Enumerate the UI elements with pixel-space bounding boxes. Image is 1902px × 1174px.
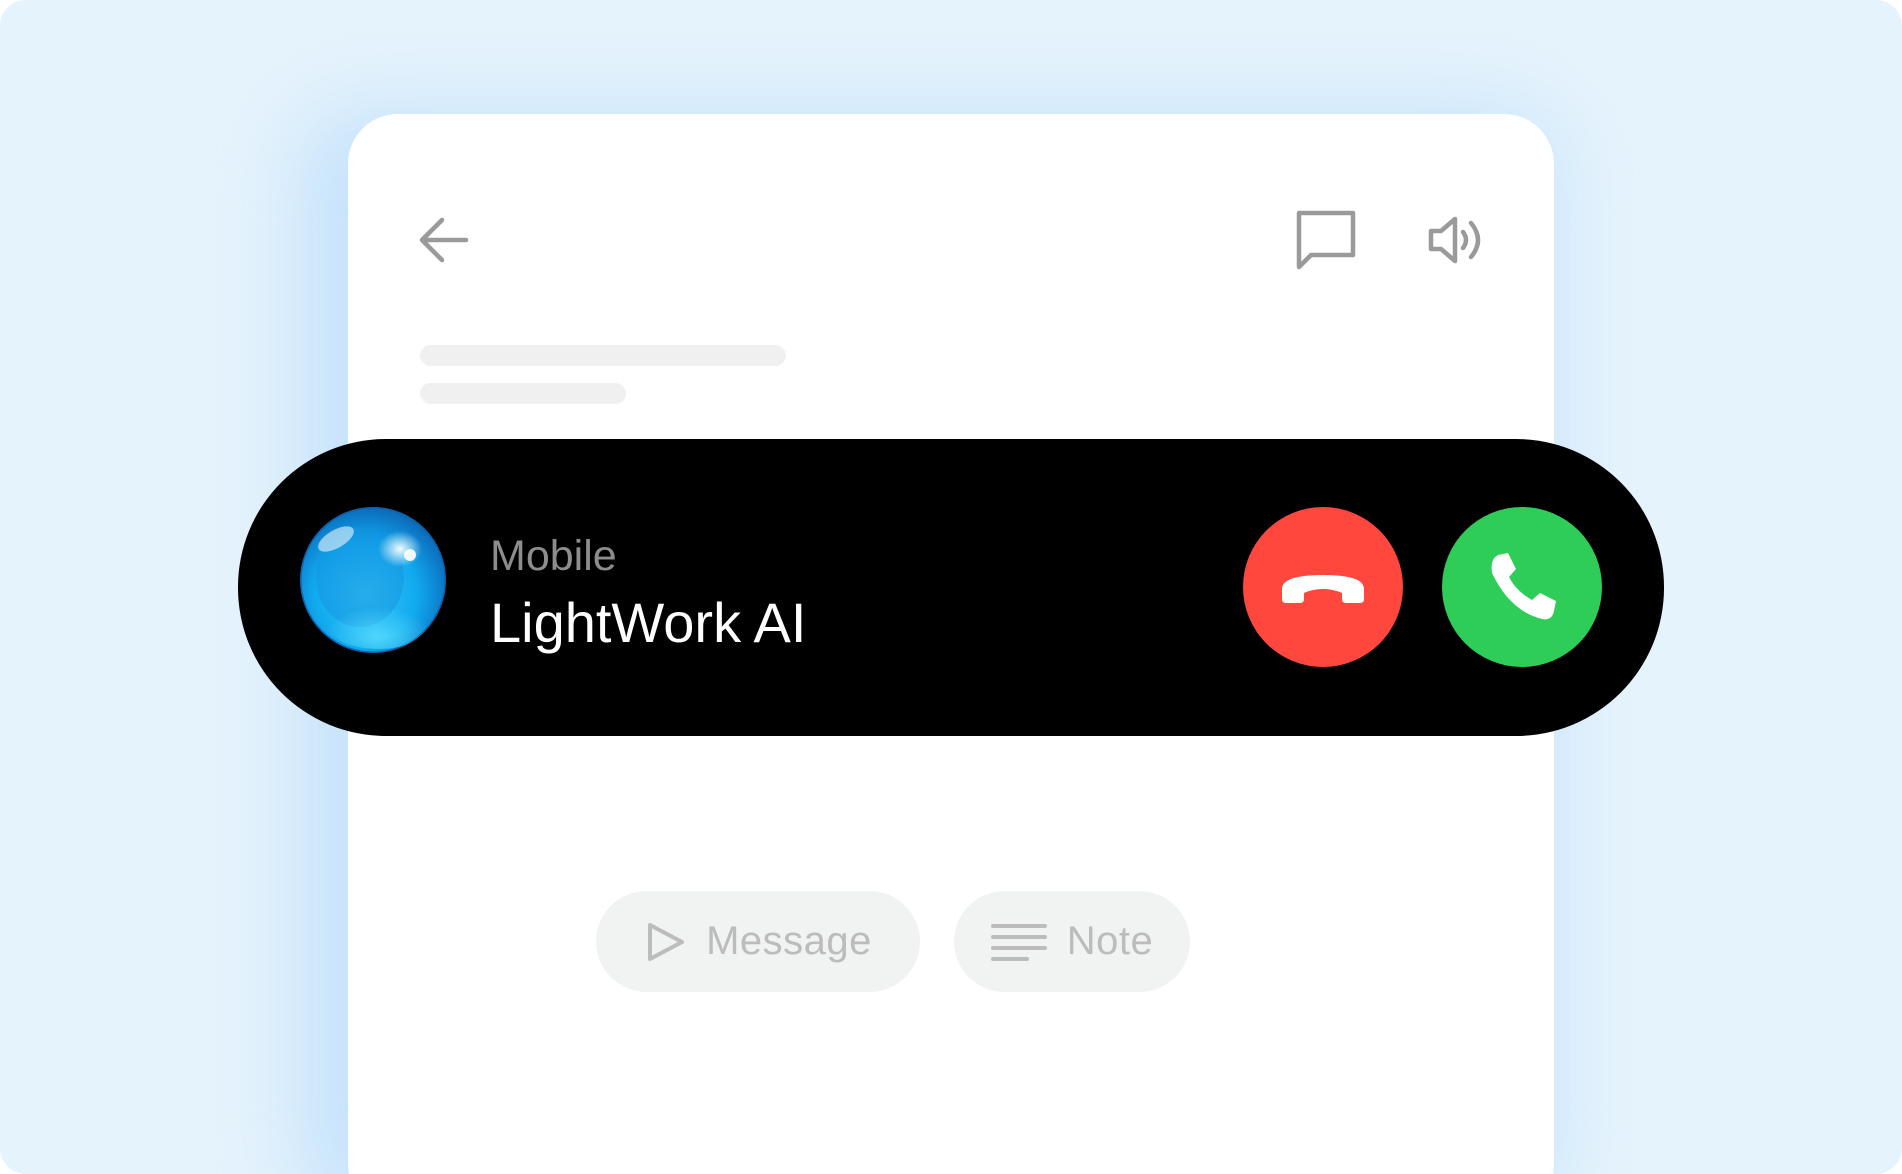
accept-call-button[interactable] xyxy=(1442,507,1602,667)
background-canvas: Message Note Mobile LightWork AI xyxy=(0,0,1902,1174)
note-button-label: Note xyxy=(1066,919,1154,963)
back-button[interactable] xyxy=(408,204,480,276)
caller-avatar xyxy=(300,507,446,653)
skeleton-line-1 xyxy=(420,345,786,366)
chat-bubble-icon xyxy=(1296,210,1356,270)
speaker-button[interactable] xyxy=(1418,200,1498,280)
caller-name: LightWork AI xyxy=(490,591,807,654)
phone-answer-icon xyxy=(1491,553,1556,620)
chat-button[interactable] xyxy=(1286,200,1366,280)
incoming-call-bar: Mobile LightWork AI xyxy=(232,433,1670,742)
message-button[interactable]: Message xyxy=(596,891,920,992)
notes-lines-icon xyxy=(990,921,1047,963)
arrow-left-icon xyxy=(419,217,469,263)
message-button-label: Message xyxy=(706,919,872,963)
skeleton-line-2 xyxy=(420,383,626,404)
note-button[interactable]: Note xyxy=(954,891,1190,992)
phone-hangup-icon xyxy=(1282,575,1364,603)
speaker-icon xyxy=(1428,216,1481,264)
send-icon xyxy=(644,921,686,963)
decline-call-button[interactable] xyxy=(1243,507,1403,667)
blue-orb-avatar xyxy=(300,507,446,653)
call-line-label: Mobile xyxy=(490,532,617,580)
